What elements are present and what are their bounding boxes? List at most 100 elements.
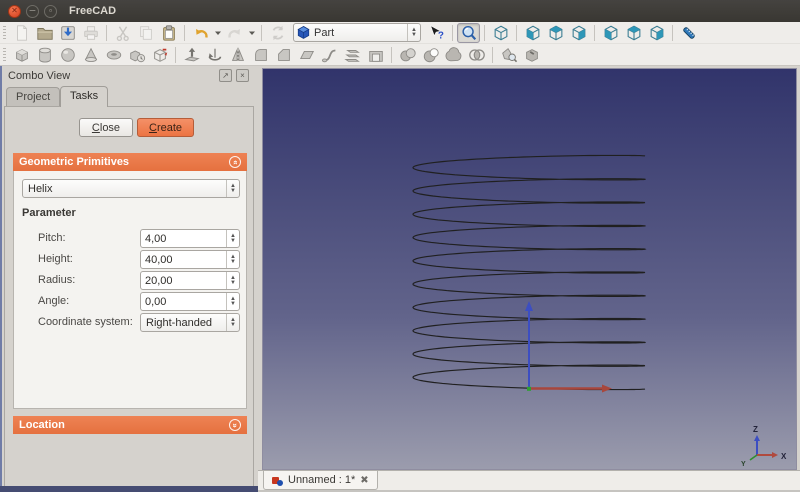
combo-view-title: Combo View (8, 70, 70, 82)
boolean-cut-button[interactable] (419, 45, 442, 65)
dock-float-icon[interactable]: ↗ (219, 69, 232, 82)
location-header[interactable]: Location » (13, 416, 247, 434)
left-view-button[interactable] (645, 23, 668, 43)
spin-arrows-icon[interactable]: ▲▼ (226, 293, 239, 310)
toolbar-separator (672, 25, 673, 41)
save-icon (59, 24, 77, 42)
rear-view-button[interactable] (599, 23, 622, 43)
measure-button[interactable] (677, 23, 700, 43)
bcheck-icon (500, 46, 518, 64)
toolbar-separator (452, 25, 453, 41)
refresh-icon (269, 24, 287, 42)
spin-arrows-icon[interactable]: ▲▼ (226, 251, 239, 268)
create-button[interactable]: Create (137, 118, 194, 137)
file-save-button[interactable] (56, 23, 79, 43)
loft-button[interactable] (341, 45, 364, 65)
height-stepper[interactable]: ▲▼ (140, 250, 240, 269)
pitch-input[interactable] (141, 230, 226, 247)
close-button[interactable]: Close (79, 118, 133, 137)
boolean-common-button[interactable] (465, 45, 488, 65)
shape-builder-button[interactable] (148, 45, 171, 65)
undo-dropdown-button[interactable] (212, 23, 223, 43)
ruled-surface-button[interactable] (295, 45, 318, 65)
fit-all-button[interactable] (457, 23, 480, 43)
right-view-button[interactable] (567, 23, 590, 43)
toolbar-separator (184, 25, 185, 41)
chamfer-button[interactable] (272, 45, 295, 65)
cylinder-button[interactable] (33, 45, 56, 65)
paste-icon (160, 24, 178, 42)
file-open-button[interactable] (33, 23, 56, 43)
window-maximize-button[interactable]: ▫ (44, 5, 57, 18)
whats-this-button[interactable] (425, 23, 448, 43)
radius-stepper[interactable]: ▲▼ (140, 271, 240, 290)
3d-viewport[interactable]: Z X Y (262, 68, 797, 470)
cone-button[interactable] (79, 45, 102, 65)
redo-icon (226, 24, 244, 42)
boolean-button[interactable] (396, 45, 419, 65)
cut-icon (114, 24, 132, 42)
check-geometry-button[interactable] (497, 45, 520, 65)
chamfer-icon (275, 46, 293, 64)
pprim-icon (128, 46, 146, 64)
copy-icon (137, 24, 155, 42)
collapse-icon[interactable]: » (229, 156, 241, 168)
undo-button[interactable] (189, 23, 212, 43)
toolbar-separator (484, 25, 485, 41)
freecad-window: ✕ ─ ▫ FreeCAD Part▲▼ Combo View ↗ × Proj… (0, 0, 800, 492)
angle-stepper[interactable]: ▲▼ (140, 292, 240, 311)
geometric-primitives-header[interactable]: Geometric Primitives » (13, 153, 247, 171)
bcommon-icon (468, 46, 486, 64)
height-row: Height: ▲▼ (14, 250, 248, 269)
torus-button[interactable] (102, 45, 125, 65)
file-new-button (10, 23, 33, 43)
document-tab[interactable]: Unnamed : 1* ✖ (263, 471, 378, 490)
freecad-document-icon (272, 475, 283, 486)
toolbar-grip[interactable] (3, 48, 6, 62)
axonometric-view-button[interactable] (489, 23, 512, 43)
bottom-view-button[interactable] (622, 23, 645, 43)
window-close-button[interactable]: ✕ (8, 5, 21, 18)
tab-tasks[interactable]: Tasks (60, 86, 108, 107)
primitive-select[interactable]: Helix ▲▼ (22, 179, 240, 198)
mirror-button[interactable] (226, 45, 249, 65)
workbench-select[interactable]: Part▲▼ (293, 23, 421, 42)
boolean-union-button[interactable] (442, 45, 465, 65)
coordinate-system-select[interactable]: Right-handed ▲▼ (140, 313, 240, 332)
extrude-button[interactable] (180, 45, 203, 65)
pitch-stepper[interactable]: ▲▼ (140, 229, 240, 248)
radius-input[interactable] (141, 272, 226, 289)
tab-project[interactable]: Project (6, 87, 60, 106)
sweep-button[interactable] (318, 45, 341, 65)
angle-row: Angle: ▲▼ (14, 292, 248, 311)
spin-arrows-icon[interactable]: ▲▼ (226, 230, 239, 247)
toolbar-grip[interactable] (3, 26, 6, 40)
sphere-button[interactable] (56, 45, 79, 65)
height-input[interactable] (141, 251, 226, 268)
angle-input[interactable] (141, 293, 226, 310)
thickness-button[interactable] (364, 45, 387, 65)
defeaturing-button[interactable] (520, 45, 543, 65)
part-workbench-icon (296, 25, 311, 40)
primitives-button[interactable] (125, 45, 148, 65)
cubewire-icon (492, 24, 510, 42)
paste-button[interactable] (157, 23, 180, 43)
bunion-icon (445, 46, 463, 64)
cut-button (111, 23, 134, 43)
cubefront-icon (602, 24, 620, 42)
expand-icon[interactable]: » (229, 419, 241, 431)
dock-close-icon[interactable]: × (236, 69, 249, 82)
bcut-icon (422, 46, 440, 64)
window-minimize-button[interactable]: ─ (26, 5, 39, 18)
tab-close-icon[interactable]: ✖ (360, 475, 368, 486)
front-view-button[interactable] (521, 23, 544, 43)
fillet-button[interactable] (249, 45, 272, 65)
spin-arrows-icon[interactable]: ▲▼ (226, 272, 239, 289)
pitch-row: Pitch: ▲▼ (14, 229, 248, 248)
top-view-button[interactable] (544, 23, 567, 43)
cuberight-icon (570, 24, 588, 42)
cubetop-icon (547, 24, 565, 42)
copy-button (134, 23, 157, 43)
revolve-button[interactable] (203, 45, 226, 65)
box-button[interactable] (10, 45, 33, 65)
